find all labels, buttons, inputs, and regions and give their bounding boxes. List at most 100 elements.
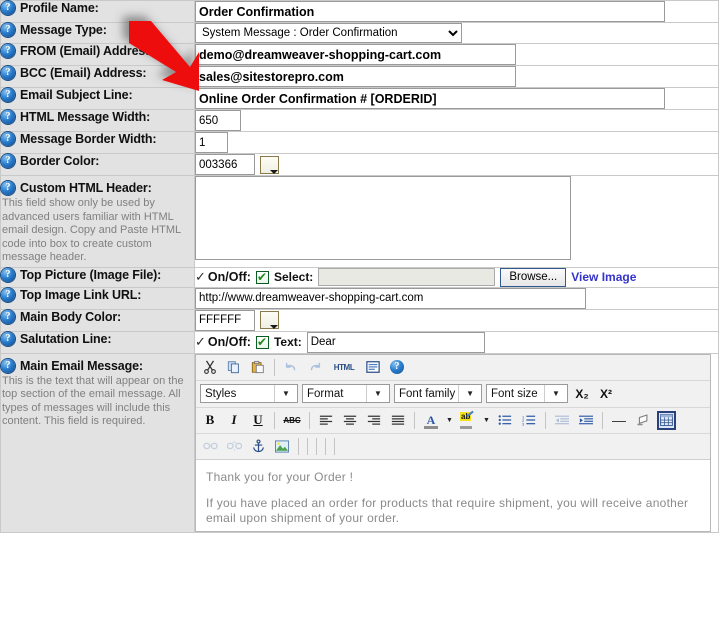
font-family-dropdown-value: Font family	[399, 387, 456, 400]
outdent-icon[interactable]	[552, 411, 572, 430]
help-icon[interactable]	[1, 22, 15, 37]
html-message-width-input[interactable]	[195, 110, 241, 131]
separator	[325, 437, 326, 455]
bullet-list-icon[interactable]	[495, 411, 515, 430]
chevron-down-icon	[270, 169, 278, 174]
cut-icon[interactable]	[200, 358, 220, 377]
svg-text:3: 3	[522, 421, 525, 426]
help-icon[interactable]	[1, 87, 15, 102]
field-cell-top-image-link-url	[194, 286, 719, 310]
label-cell-message-type: Message Type:	[0, 22, 195, 44]
anchor-icon[interactable]	[248, 437, 268, 456]
border-color-input[interactable]	[195, 154, 255, 175]
label-cell-salutation-line: Salutation Line:	[0, 330, 195, 354]
italic-icon[interactable]: I	[224, 411, 244, 430]
help-icon[interactable]	[1, 43, 15, 58]
editor-content-area[interactable]: Thank you for your Order ! If you have p…	[196, 460, 710, 547]
insert-link-icon[interactable]	[200, 437, 220, 456]
check-glyph-icon: ✓	[195, 269, 206, 285]
field-label: Main Body Color:	[20, 309, 122, 324]
top-picture-file-input[interactable]	[318, 268, 496, 286]
separator	[316, 437, 317, 455]
top-image-link-url-input[interactable]	[195, 287, 586, 309]
from-email-input[interactable]	[195, 44, 516, 65]
remove-format-icon[interactable]	[633, 411, 653, 430]
top-picture-onoff-checkbox[interactable]	[255, 270, 269, 284]
help-icon[interactable]	[1, 65, 15, 80]
help-icon[interactable]: ?	[387, 358, 407, 377]
main-body-color-input[interactable]	[195, 309, 255, 331]
font-family-dropdown[interactable]: Font family ▼	[394, 384, 482, 403]
table-row-profile-name: Profile Name:	[0, 0, 719, 23]
redo-icon[interactable]	[305, 358, 325, 377]
email-subject-input[interactable]	[195, 88, 665, 109]
custom-html-header-textarea[interactable]	[195, 176, 571, 260]
field-label: Custom HTML Header:	[20, 181, 152, 195]
field-label: Top Picture (Image File):	[20, 267, 162, 282]
profile-name-input[interactable]	[195, 1, 665, 22]
styles-dropdown-value: Styles	[205, 387, 237, 400]
field-cell-custom-html-header	[194, 175, 719, 268]
insert-table-icon[interactable]	[657, 410, 676, 430]
copy-icon[interactable]	[224, 358, 244, 377]
help-icon[interactable]	[1, 287, 15, 302]
text-color-icon[interactable]: A	[421, 411, 441, 430]
help-icon[interactable]	[1, 131, 15, 146]
view-image-link[interactable]: View Image	[571, 270, 636, 284]
help-icon[interactable]	[1, 109, 15, 124]
format-dropdown[interactable]: Format ▼	[302, 384, 390, 403]
chevron-down-icon	[270, 325, 278, 329]
field-cell-from-email	[194, 43, 719, 66]
align-left-icon[interactable]	[316, 411, 336, 430]
separator	[274, 358, 275, 376]
highlight-color-icon[interactable]: ab	[458, 410, 478, 430]
check-glyph-icon: ✓	[195, 334, 206, 350]
html-source-icon[interactable]: HTML	[329, 358, 359, 377]
help-icon[interactable]	[1, 180, 15, 195]
styles-dropdown[interactable]: Styles ▼	[200, 384, 298, 403]
help-icon[interactable]	[1, 331, 15, 346]
chevron-down-icon: ▼	[366, 385, 389, 402]
font-size-dropdown[interactable]: Font size ▼	[486, 384, 568, 403]
message-type-select[interactable]: System Message : Order Confirmation	[195, 23, 462, 43]
field-label: Message Border Width:	[20, 132, 157, 146]
align-justify-icon[interactable]	[388, 411, 408, 430]
align-right-icon[interactable]	[364, 411, 384, 430]
editor-toolbar-row-1: HTML ?	[196, 354, 710, 381]
salutation-text-input[interactable]	[306, 331, 485, 353]
help-icon[interactable]	[1, 0, 15, 15]
numbered-list-icon[interactable]: 123	[519, 411, 539, 430]
field-cell-main-body-color	[194, 308, 719, 332]
table-row-message-type: Message Type: System Message : Order Con…	[0, 22, 719, 44]
help-icon[interactable]	[1, 358, 15, 373]
align-center-icon[interactable]	[340, 411, 360, 430]
strikethrough-icon[interactable]: ABC	[281, 411, 303, 430]
superscript-icon[interactable]: X²	[596, 384, 616, 403]
help-icon[interactable]	[1, 153, 15, 168]
field-label: Main Email Message:	[20, 358, 143, 373]
help-icon[interactable]	[1, 309, 15, 324]
main-body-color-picker-button[interactable]	[260, 311, 279, 329]
message-border-width-input[interactable]	[195, 132, 228, 153]
border-color-picker-button[interactable]	[260, 155, 279, 174]
help-icon[interactable]	[1, 267, 15, 282]
horizontal-rule-icon[interactable]: —	[609, 411, 629, 430]
field-label: Top Image Link URL:	[20, 287, 142, 302]
unlink-icon[interactable]	[224, 437, 244, 456]
highlight-color-dropdown-arrow-icon[interactable]: ▼	[482, 411, 491, 430]
subscript-icon[interactable]: X₂	[572, 384, 592, 403]
field-cell-top-picture: ✓ On/Off: Select: Browse... View Image	[194, 266, 719, 288]
underline-icon[interactable]: U	[248, 411, 268, 430]
paste-icon[interactable]	[248, 358, 268, 377]
bcc-email-input[interactable]	[195, 66, 516, 87]
label-cell-top-picture: Top Picture (Image File):	[0, 266, 195, 288]
salutation-onoff-checkbox[interactable]	[255, 335, 269, 349]
indent-icon[interactable]	[576, 411, 596, 430]
text-color-dropdown-arrow-icon[interactable]: ▼	[445, 411, 454, 430]
preview-icon[interactable]	[363, 358, 383, 377]
bold-icon[interactable]: B	[200, 411, 220, 430]
undo-icon[interactable]	[281, 358, 301, 377]
table-row-email-subject: Email Subject Line:	[0, 87, 719, 110]
insert-image-icon[interactable]	[272, 437, 292, 456]
browse-button[interactable]: Browse...	[500, 267, 567, 287]
